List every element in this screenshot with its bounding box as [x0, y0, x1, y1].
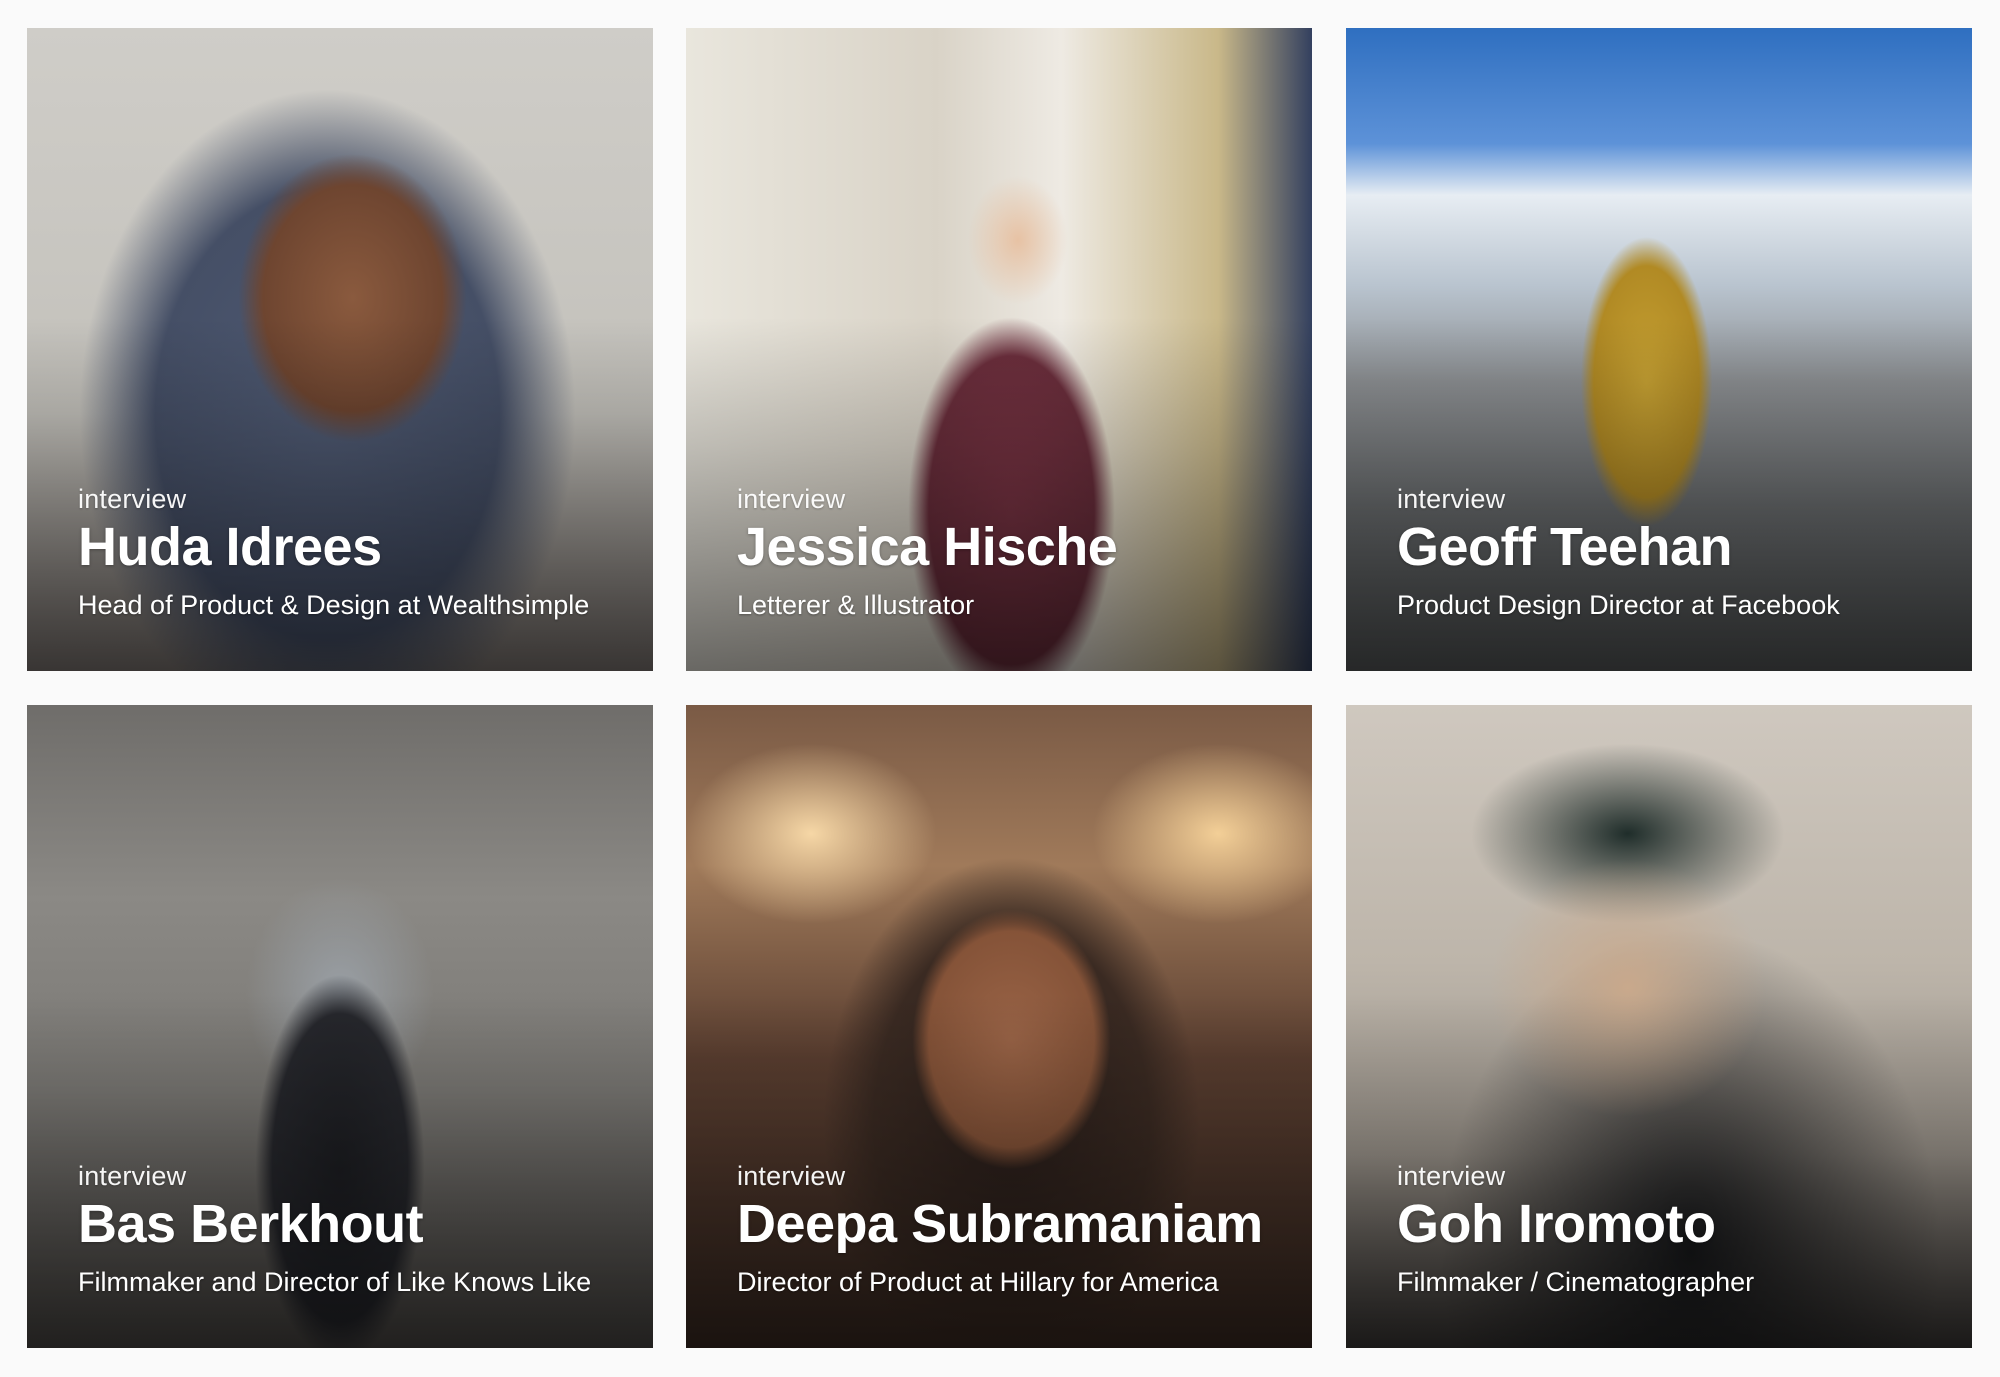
- interview-card-deepa-subramaniam[interactable]: interview Deepa Subramaniam Director of …: [686, 705, 1312, 1348]
- interview-card-bas-berkhout[interactable]: interview Bas Berkhout Filmmaker and Dir…: [27, 705, 653, 1348]
- card-kicker: interview: [1397, 1161, 1506, 1192]
- card-caption: interview Jessica Hische Letterer & Illu…: [737, 484, 1282, 621]
- card-role: Filmmaker / Cinematographer: [1397, 1267, 1755, 1297]
- card-kicker: interview: [737, 1161, 846, 1192]
- card-kicker: interview: [78, 484, 187, 515]
- interview-card-goh-iromoto[interactable]: interview Goh Iromoto Filmmaker / Cinema…: [1346, 705, 1972, 1348]
- card-role: Director of Product at Hillary for Ameri…: [737, 1267, 1219, 1297]
- card-caption: interview Geoff Teehan Product Design Di…: [1397, 484, 1942, 621]
- interview-card-huda-idrees[interactable]: interview Huda Idrees Head of Product & …: [27, 28, 653, 671]
- card-caption: interview Goh Iromoto Filmmaker / Cinema…: [1397, 1161, 1942, 1298]
- card-role: Letterer & Illustrator: [737, 590, 975, 620]
- card-kicker: interview: [78, 1161, 187, 1192]
- card-caption: interview Deepa Subramaniam Director of …: [737, 1161, 1282, 1298]
- card-name[interactable]: Geoff Teehan: [1397, 519, 1942, 576]
- card-name[interactable]: Huda Idrees: [78, 519, 623, 576]
- card-name[interactable]: Jessica Hische: [737, 519, 1282, 576]
- card-caption: interview Huda Idrees Head of Product & …: [78, 484, 623, 621]
- card-kicker: interview: [1397, 484, 1506, 515]
- interview-card-geoff-teehan[interactable]: interview Geoff Teehan Product Design Di…: [1346, 28, 1972, 671]
- interview-card-jessica-hische[interactable]: interview Jessica Hische Letterer & Illu…: [686, 28, 1312, 671]
- card-name[interactable]: Goh Iromoto: [1397, 1196, 1942, 1253]
- card-role: Product Design Director at Facebook: [1397, 590, 1840, 620]
- interview-grid: interview Huda Idrees Head of Product & …: [0, 0, 2000, 1377]
- card-role: Head of Product & Design at Wealthsimple: [78, 590, 590, 620]
- card-caption: interview Bas Berkhout Filmmaker and Dir…: [78, 1161, 623, 1298]
- card-name[interactable]: Deepa Subramaniam: [737, 1196, 1282, 1253]
- card-name[interactable]: Bas Berkhout: [78, 1196, 623, 1253]
- card-role: Filmmaker and Director of Like Knows Lik…: [78, 1267, 592, 1297]
- card-kicker: interview: [737, 484, 846, 515]
